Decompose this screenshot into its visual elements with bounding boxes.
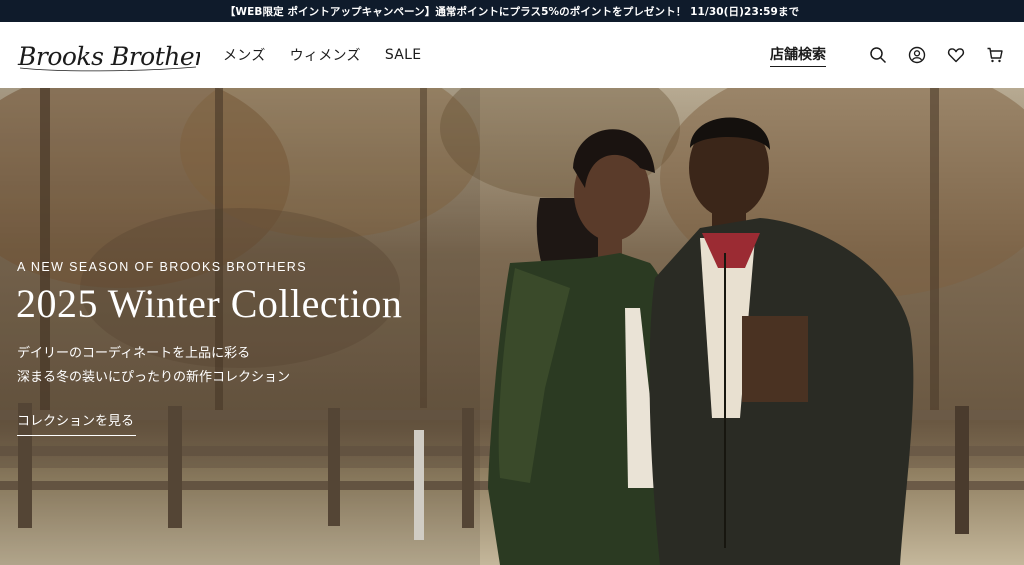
search-button[interactable] bbox=[867, 44, 889, 66]
account-button[interactable] bbox=[906, 44, 928, 66]
hero-banner[interactable]: A NEW SEASON OF BROOKS BROTHERS 2025 Win… bbox=[0, 88, 1024, 565]
brand-logo[interactable]: Brooks Brothers bbox=[16, 36, 200, 76]
nav-item-mens[interactable]: メンズ bbox=[223, 45, 266, 65]
main-nav: メンズ ウィメンズ SALE bbox=[223, 22, 421, 88]
nav-item-womens[interactable]: ウィメンズ bbox=[290, 45, 361, 65]
heart-icon bbox=[947, 48, 965, 63]
search-icon bbox=[870, 47, 887, 64]
nav-item-sale[interactable]: SALE bbox=[385, 47, 422, 63]
svg-text:Brooks Brothers: Brooks Brothers bbox=[17, 42, 200, 71]
site-header: Brooks Brothers メンズ ウィメンズ SALE 店舗検索 bbox=[0, 22, 1024, 88]
hero-description-line-1: デイリーのコーディネートを上品に彩る bbox=[17, 346, 251, 361]
cart-button[interactable] bbox=[984, 44, 1006, 66]
hero-description-line-2: 深まる冬の装いにぴったりの新作コレクション bbox=[17, 370, 291, 385]
promo-text: 【WEB限定 ポイントアップキャンペーン】通常ポイントにプラス5%のポイントをプ… bbox=[224, 5, 800, 18]
cart-icon bbox=[987, 47, 1003, 63]
brooks-brothers-logo: Brooks Brothers bbox=[17, 42, 200, 72]
utility-nav: 店舗検索 bbox=[770, 22, 1006, 88]
view-collection-link[interactable]: コレクションを見る bbox=[17, 410, 136, 436]
hero-description: デイリーのコーディネートを上品に彩る 深まる冬の装いにぴったりの新作コレクション bbox=[17, 342, 290, 390]
wishlist-button[interactable] bbox=[945, 44, 967, 66]
hero-headline: 2025 Winter Collection bbox=[16, 281, 403, 326]
account-icon bbox=[908, 46, 926, 64]
promo-banner[interactable]: 【WEB限定 ポイントアップキャンペーン】通常ポイントにプラス5%のポイントをプ… bbox=[0, 0, 1024, 22]
store-locator-link[interactable]: 店舗検索 bbox=[770, 44, 826, 67]
hero-eyebrow: A NEW SEASON OF BROOKS BROTHERS bbox=[17, 260, 307, 274]
